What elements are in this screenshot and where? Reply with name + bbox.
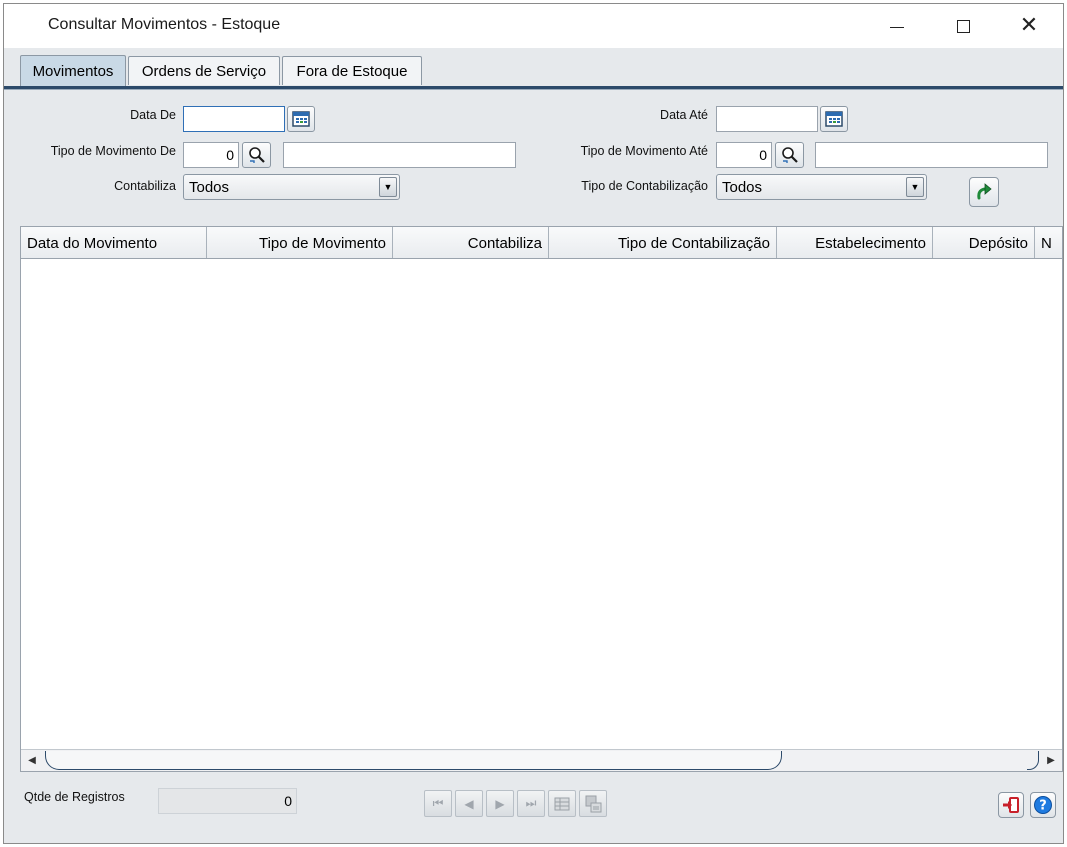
close-icon: ✕	[1019, 13, 1039, 38]
tab-fora-de-estoque[interactable]: Fora de Estoque	[282, 56, 422, 85]
tipo-contabilizacao-select-value: Todos	[722, 178, 763, 196]
export-button[interactable]	[579, 790, 607, 817]
exit-icon	[1003, 797, 1019, 813]
tipo-movimento-de-label: Tipo de Movimento De	[50, 144, 176, 158]
scroll-left-button[interactable]: ◀	[23, 752, 41, 769]
column-header-n[interactable]: N	[1035, 227, 1062, 258]
close-button[interactable]: ✕	[996, 4, 1062, 48]
minimize-icon	[890, 26, 904, 28]
help-icon: ?	[1034, 796, 1052, 814]
qtde-registros-field	[158, 788, 297, 814]
tipo-movimento-de-search-button[interactable]	[242, 142, 271, 168]
table-icon	[554, 797, 570, 810]
refresh-button[interactable]	[969, 177, 999, 207]
data-ate-label: Data Até	[660, 108, 708, 122]
chevron-down-icon: ▼	[379, 177, 397, 197]
last-record-button[interactable]: ⏭	[517, 790, 545, 817]
maximize-icon	[956, 19, 970, 33]
svg-text:?: ?	[1039, 799, 1047, 814]
previous-icon: ◀	[464, 796, 474, 811]
exit-button[interactable]	[998, 792, 1024, 818]
column-header-tipo-de-contabilizacao[interactable]: Tipo de Contabilização	[549, 227, 777, 258]
data-de-label: Data De	[130, 108, 176, 122]
main-window: Consultar Movimentos - Estoque ✕ Movimen…	[3, 3, 1064, 844]
table-view-button[interactable]	[548, 790, 576, 817]
calendar-icon	[292, 111, 310, 127]
title-bar: Consultar Movimentos - Estoque ✕	[4, 4, 1063, 48]
scrollbar-track-end	[1027, 751, 1039, 770]
movimentos-grid[interactable]: Data do Movimento Tipo de Movimento Cont…	[20, 226, 1063, 772]
grid-header: Data do Movimento Tipo de Movimento Cont…	[21, 227, 1062, 259]
tipo-contabilizacao-label: Tipo de Contabilização	[581, 179, 708, 193]
first-icon: ⏮	[432, 796, 444, 810]
refresh-arrow-icon	[977, 183, 992, 200]
maximize-button[interactable]	[930, 4, 996, 48]
tipo-movimento-ate-desc-input[interactable]	[815, 142, 1048, 168]
window-title: Consultar Movimentos - Estoque	[48, 16, 281, 33]
tipo-movimento-ate-label: Tipo de Movimento Até	[580, 144, 708, 158]
data-ate-input[interactable]	[716, 106, 818, 132]
tipo-contabilizacao-select[interactable]: Todos ▼	[716, 174, 927, 200]
chevron-down-icon: ▼	[906, 177, 924, 197]
search-icon	[781, 147, 798, 163]
qtde-registros-label: Qtde de Registros	[24, 790, 125, 804]
export-icon	[585, 795, 602, 812]
tipo-movimento-ate-code-input[interactable]	[716, 142, 772, 168]
tipo-movimento-de-desc-input[interactable]	[283, 142, 516, 168]
first-record-button[interactable]: ⏮	[424, 790, 452, 817]
tab-underline-light	[4, 89, 1063, 90]
next-icon: ▶	[495, 796, 505, 811]
help-button[interactable]: ?	[1030, 792, 1056, 818]
column-header-tipo-de-movimento[interactable]: Tipo de Movimento	[207, 227, 393, 258]
column-header-data-do-movimento[interactable]: Data do Movimento	[21, 227, 207, 258]
record-navigation: ⏮ ◀ ▶ ⏭	[424, 790, 607, 818]
tipo-movimento-ate-search-button[interactable]	[775, 142, 804, 168]
column-header-estabelecimento[interactable]: Estabelecimento	[777, 227, 933, 258]
scrollbar-thumb[interactable]	[45, 751, 782, 770]
data-de-calendar-button[interactable]	[287, 106, 315, 132]
data-ate-calendar-button[interactable]	[820, 106, 848, 132]
contabiliza-select[interactable]: Todos ▼	[183, 174, 400, 200]
scroll-right-button[interactable]: ▶	[1042, 752, 1060, 769]
minimize-button[interactable]	[864, 4, 930, 48]
contabiliza-select-value: Todos	[189, 178, 230, 196]
column-header-contabiliza[interactable]: Contabiliza	[393, 227, 549, 258]
tipo-movimento-de-code-input[interactable]	[183, 142, 239, 168]
data-de-input[interactable]	[183, 106, 285, 132]
column-header-deposito[interactable]: Depósito	[933, 227, 1035, 258]
previous-record-button[interactable]: ◀	[455, 790, 483, 817]
search-icon	[248, 147, 265, 163]
tab-ordens-de-servico[interactable]: Ordens de Serviço	[128, 56, 280, 85]
horizontal-scrollbar[interactable]: ◀ ▶	[21, 749, 1062, 771]
last-icon: ⏭	[525, 796, 537, 810]
contabiliza-label: Contabiliza	[114, 179, 176, 193]
calendar-icon	[825, 111, 843, 127]
next-record-button[interactable]: ▶	[486, 790, 514, 817]
tab-movimentos[interactable]: Movimentos	[20, 55, 126, 86]
